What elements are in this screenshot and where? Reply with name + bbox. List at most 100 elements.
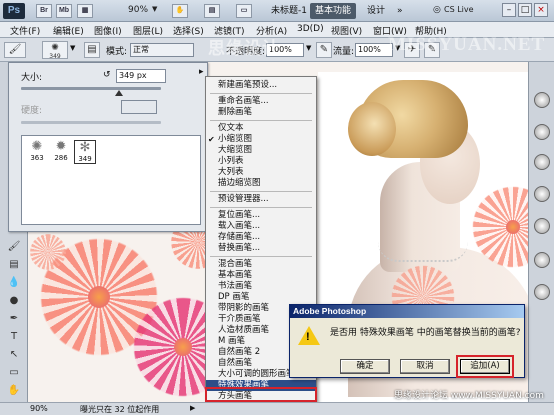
warning-mark: !	[306, 331, 310, 343]
mode-label: 模式:	[106, 47, 128, 57]
size-field[interactable]: 349 px	[116, 69, 166, 83]
hardness-field	[121, 100, 157, 114]
cslive-icon[interactable]: ◎	[433, 5, 441, 15]
flower-center	[88, 286, 110, 308]
blur-tool-icon[interactable]: 💧	[7, 276, 21, 290]
menu-item[interactable]: 小列表	[206, 156, 316, 167]
screen-mode-icon[interactable]: ▭	[236, 4, 252, 18]
color-panel-icon[interactable]	[534, 92, 550, 108]
brush-list[interactable]: ✺ 363 ✹ 286 ✻ 349	[21, 135, 201, 225]
masks-panel-icon[interactable]	[534, 186, 550, 202]
chevron-down-icon[interactable]: ▼	[70, 44, 75, 52]
brush-tip[interactable]: ✺ 363	[26, 140, 48, 164]
document-title: 未标题-1	[271, 6, 307, 16]
zoom-level[interactable]: 90%	[128, 5, 148, 15]
menu-item[interactable]: 替换画笔...	[206, 243, 316, 254]
brush-preset-picker[interactable]: ✺ 349	[42, 41, 68, 60]
hardness-slider	[21, 121, 161, 124]
ok-button[interactable]: 确定	[340, 359, 390, 374]
pressure-opacity-icon[interactable]: ✎	[316, 42, 332, 58]
cslive-label[interactable]: CS Live	[444, 5, 474, 14]
channels-panel-icon[interactable]	[534, 252, 550, 268]
menu-layer[interactable]: 图层(L)	[133, 24, 163, 37]
size-slider[interactable]	[21, 87, 161, 90]
minimize-button[interactable]: –	[502, 3, 516, 17]
type-tool-icon[interactable]: T	[7, 330, 21, 344]
cancel-button[interactable]: 取消	[400, 359, 450, 374]
brush-tip-selected[interactable]: ✻ 349	[74, 140, 96, 164]
menu-view[interactable]: 视图(V)	[331, 24, 362, 37]
status-zoom[interactable]: 90%	[30, 404, 48, 413]
workspace-design[interactable]: 设计	[362, 3, 390, 19]
size-slider-thumb[interactable]	[115, 90, 123, 96]
menu-item[interactable]: 存储画笔...	[206, 232, 316, 243]
arrange-documents-icon[interactable]: ▤	[204, 4, 220, 18]
dodge-tool-icon[interactable]: ●	[7, 294, 21, 308]
menu-item[interactable]: 描边缩览图	[206, 178, 316, 189]
menu-item[interactable]: 大缩览图	[206, 145, 316, 156]
workspace-more[interactable]: »	[392, 3, 408, 19]
menu-item[interactable]: 重命名画笔...	[206, 96, 316, 107]
menu-separator	[210, 207, 312, 208]
brush-panel-toggle-icon[interactable]: ▤	[84, 42, 100, 58]
application-bar: Ps Br Mb ▦ 90% ▼ ✋ ▤ ▭ 未标题-1 基本功能 设计 » ◎…	[0, 0, 554, 22]
menu-select[interactable]: 选择(S)	[173, 24, 204, 37]
brush-tool-icon[interactable]: 🖌	[7, 240, 21, 254]
layers-panel-icon[interactable]	[534, 218, 550, 234]
chevron-down-icon[interactable]: ▼	[306, 44, 311, 52]
replace-brushes-dialog: Adobe Photoshop ! 是否用 特殊效果画笔 中的画笔替换当前的画笔…	[289, 304, 525, 378]
panel-menu-icon[interactable]: ▸	[199, 67, 204, 77]
menu-item[interactable]: 载入画笔...	[206, 221, 316, 232]
menu-separator	[210, 120, 312, 121]
menu-item[interactable]: 删除画笔	[206, 107, 316, 118]
minibridge-button[interactable]: Mb	[56, 4, 72, 18]
menu-item[interactable]: 基本画笔	[206, 270, 316, 281]
status-arrow-icon[interactable]: ▶	[190, 404, 195, 412]
brush-preset-picker-panel: 大小: ↺ 349 px ▸ 硬度: ✺ 363 ✹ 286 ✻ 349	[8, 62, 208, 232]
menu-item[interactable]: 书法画笔	[206, 281, 316, 292]
workspace-essentials[interactable]: 基本功能	[310, 3, 357, 19]
gradient-tool-icon[interactable]: ▤	[7, 258, 21, 272]
menu-item[interactable]: 预设管理器...	[206, 194, 316, 205]
menu-item[interactable]: 混合画笔	[206, 259, 316, 270]
guides-icon[interactable]: ▦	[77, 4, 93, 18]
watermark-text-right: MISSYUAN.NET	[388, 34, 546, 55]
watermark-text-left: 思缘设计	[208, 39, 280, 58]
brush-tip-icon: ✺	[31, 139, 43, 154]
maximize-button[interactable]: □	[518, 3, 532, 17]
adjustments-panel-icon[interactable]	[534, 154, 550, 170]
menu-image[interactable]: 图像(I)	[94, 24, 122, 37]
hardness-label: 硬度:	[21, 106, 43, 116]
paths-panel-icon[interactable]	[534, 284, 550, 300]
brush-tip-icon: ✹	[55, 139, 67, 154]
photo-necklace	[378, 242, 468, 262]
mode-select[interactable]: 正常	[130, 43, 194, 57]
menu-file[interactable]: 文件(F)	[10, 24, 40, 37]
path-select-tool-icon[interactable]: ↖	[7, 348, 21, 362]
menu-item[interactable]: 新建画笔预设...	[206, 80, 316, 91]
shape-tool-icon[interactable]: ▭	[7, 366, 21, 380]
brush-tip[interactable]: ✹ 286	[50, 140, 72, 164]
brush-tip-size: 286	[54, 154, 68, 162]
swatches-panel-icon[interactable]	[534, 124, 550, 140]
menu-item[interactable]: 复位画笔...	[206, 210, 316, 221]
reset-size-icon[interactable]: ↺	[103, 70, 111, 80]
menu-item[interactable]: 小缩览图 ✔	[206, 134, 316, 145]
checkmark-icon: ✔	[208, 135, 215, 144]
photoshop-logo: Ps	[3, 3, 25, 19]
hand-tool-icon[interactable]: ✋	[7, 384, 21, 398]
chevron-down-icon[interactable]: ▼	[152, 5, 157, 13]
bridge-button[interactable]: Br	[36, 4, 52, 18]
panel-dock	[528, 62, 554, 402]
brush-tool-preset-icon[interactable]: 🖌	[4, 42, 26, 58]
brush-tip-icon: ✻	[79, 140, 91, 155]
menu-item[interactable]: 大列表	[206, 167, 316, 178]
dialog-message: 是否用 特殊效果画笔 中的画笔替换当前的画笔?	[330, 328, 521, 338]
pen-tool-icon[interactable]: ✒	[7, 312, 21, 326]
close-button[interactable]: ×	[534, 3, 548, 17]
menu-edit[interactable]: 编辑(E)	[53, 24, 84, 37]
menu-3d[interactable]: 3D(D)	[297, 24, 324, 34]
menu-item[interactable]: DP 画笔	[206, 292, 316, 303]
hand-icon[interactable]: ✋	[172, 4, 188, 18]
menu-item[interactable]: 仅文本	[206, 123, 316, 134]
